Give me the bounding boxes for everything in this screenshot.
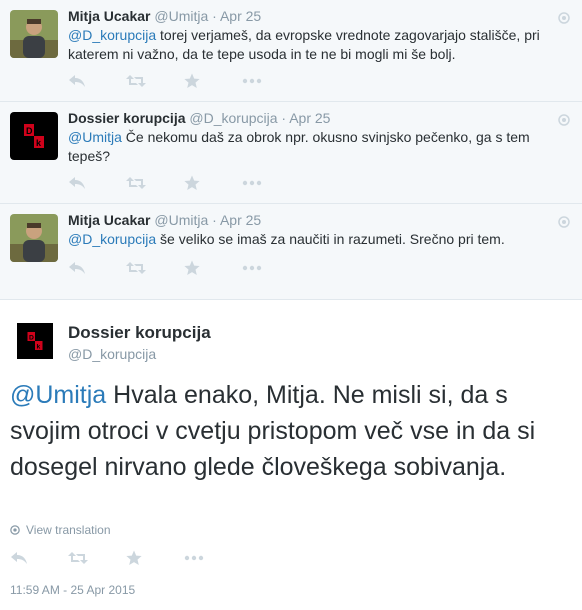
tweet-header: Dossier korupcija @D_korupcija · Apr 25 [68, 110, 330, 126]
tweet-text: @D_korupcija še veliko se imaš za naučit… [68, 230, 546, 249]
retweet-icon [68, 552, 88, 564]
tweet-timestamp[interactable]: 11:59 AM - 25 Apr 2015 [10, 583, 135, 597]
more-button[interactable] [242, 72, 300, 90]
person-photo-icon [10, 10, 58, 58]
person-photo-icon [10, 214, 58, 262]
retweet-button[interactable] [126, 259, 184, 277]
globe-icon [558, 114, 570, 126]
favorite-icon [126, 550, 142, 565]
tweet-time[interactable]: Apr 25 [289, 110, 330, 126]
avatar[interactable] [10, 214, 58, 262]
mention-link[interactable]: @Umitja [10, 381, 106, 409]
more-button[interactable] [184, 549, 242, 567]
more-icon [242, 78, 262, 84]
retweet-icon [126, 262, 146, 274]
more-button[interactable] [242, 259, 300, 277]
mention-link[interactable]: @Umitja [68, 129, 122, 145]
favorite-button[interactable] [126, 549, 184, 567]
svg-text:k: k [37, 344, 41, 351]
retweet-button[interactable] [126, 72, 184, 90]
mention-link[interactable]: @D_korupcija [68, 27, 156, 43]
favorite-button[interactable] [184, 259, 242, 277]
tweet-header: Mitja Ucakar @Umitja · Apr 25 [68, 212, 261, 228]
tweet-body: še veliko se imaš za naučiti in razumeti… [156, 231, 505, 247]
dk-logo-icon: D k [10, 112, 58, 160]
reply-button[interactable] [68, 174, 126, 192]
retweet-icon [126, 177, 146, 189]
separator: · [281, 110, 287, 126]
tweet-header: Mitja Ucakar @Umitja · Apr 25 [68, 8, 261, 24]
tweet-actions [68, 259, 300, 277]
mention-link[interactable]: @D_korupcija [68, 231, 156, 247]
author-handle[interactable]: @D_korupcija [189, 110, 277, 126]
tweet-actions [68, 174, 300, 192]
view-translation-label: View translation [26, 523, 111, 537]
avatar[interactable] [10, 10, 58, 58]
favorite-button[interactable] [184, 174, 242, 192]
reply-tweet[interactable]: D k Dossier korupcija @D_korupcija · Apr… [0, 102, 582, 204]
view-translation-link[interactable]: View translation [10, 523, 111, 537]
reply-button[interactable] [10, 549, 68, 567]
tweet-time[interactable]: Apr 25 [220, 8, 261, 24]
tweet-body: Če nekomu daš za obrok npr. okusno svinj… [68, 129, 530, 164]
separator: · [212, 212, 217, 228]
avatar[interactable]: D k [17, 323, 53, 359]
reply-icon [69, 262, 85, 274]
reply-icon [11, 552, 27, 564]
more-icon [242, 265, 262, 271]
avatar[interactable]: D k [10, 112, 58, 160]
author-handle[interactable]: @Umitja [154, 212, 208, 228]
reply-button[interactable] [68, 72, 126, 90]
tweet-actions [68, 72, 300, 90]
retweet-button[interactable] [126, 174, 184, 192]
retweet-icon [126, 75, 146, 87]
tweet-actions [10, 549, 242, 567]
tweet-text: @Umitja Če nekomu daš za obrok npr. okus… [68, 128, 546, 166]
separator: · [212, 8, 217, 24]
dk-logo-icon: D k [17, 323, 53, 359]
retweet-button[interactable] [68, 549, 126, 567]
reply-icon [69, 177, 85, 189]
more-icon [242, 180, 262, 186]
main-tweet: D k Dossier korupcija @D_korupcija @Umit… [0, 300, 582, 610]
svg-text:D: D [26, 126, 33, 136]
more-button[interactable] [242, 174, 300, 192]
author-name[interactable]: Dossier korupcija [68, 323, 211, 343]
svg-text:D: D [29, 335, 34, 342]
tweet-time[interactable]: Apr 25 [220, 212, 261, 228]
favorite-icon [184, 260, 200, 275]
author-handle[interactable]: @Umitja [154, 8, 208, 24]
reply-button[interactable] [68, 259, 126, 277]
author-handle[interactable]: @D_korupcija [68, 346, 156, 362]
tweet-text: @D_korupcija torej verjameš, da evropske… [68, 26, 546, 64]
author-name[interactable]: Mitja Ucakar [68, 8, 150, 24]
reply-tweet[interactable]: Mitja Ucakar @Umitja · Apr 25 @D_korupci… [0, 204, 582, 300]
more-icon [184, 555, 204, 561]
tweet-text: @Umitja Hvala enako, Mitja. Ne misli si,… [10, 377, 570, 485]
favorite-button[interactable] [184, 72, 242, 90]
globe-icon [558, 216, 570, 228]
globe-icon [558, 12, 570, 24]
favorite-icon [184, 175, 200, 190]
reply-icon [69, 75, 85, 87]
favorite-icon [184, 73, 200, 88]
author-name[interactable]: Dossier korupcija [68, 110, 186, 126]
globe-icon [10, 525, 20, 535]
reply-tweet[interactable]: Mitja Ucakar @Umitja · Apr 25 @D_korupci… [0, 0, 582, 102]
author-name[interactable]: Mitja Ucakar [68, 212, 150, 228]
